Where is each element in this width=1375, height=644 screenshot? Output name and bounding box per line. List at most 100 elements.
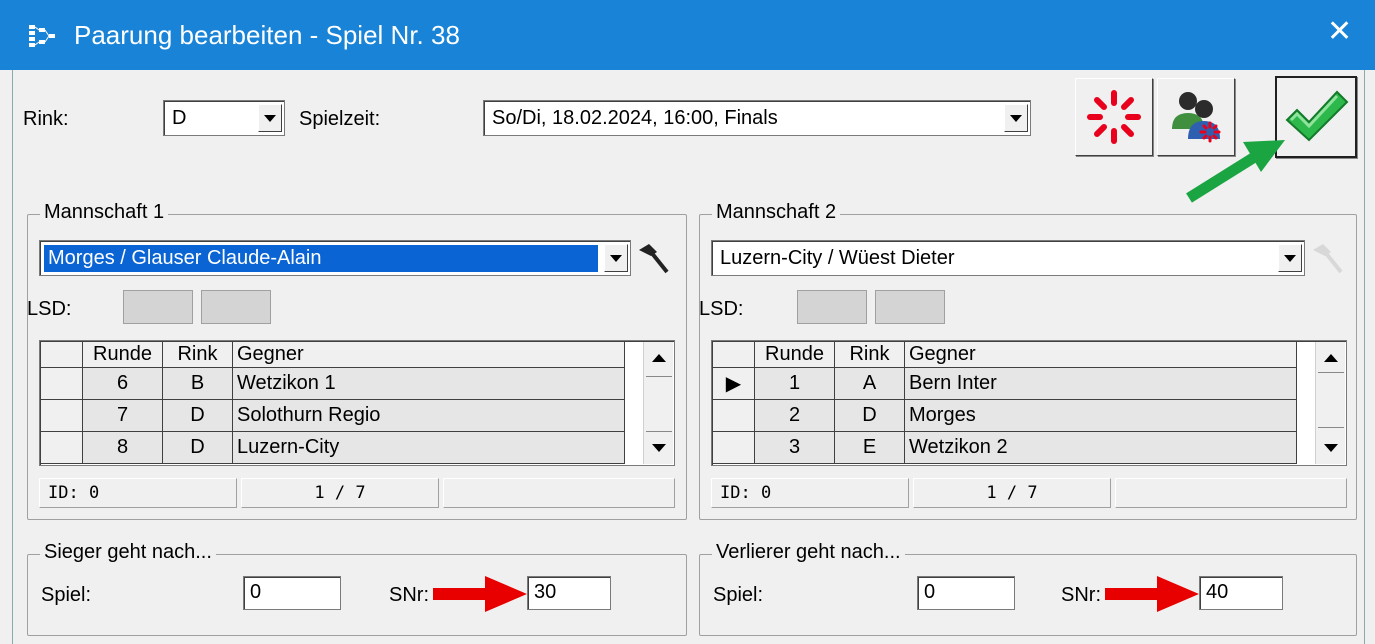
reset-button[interactable] <box>1075 78 1153 156</box>
annotation-arrow-icon <box>1186 140 1285 203</box>
team1-select[interactable]: Morges / Glauser Claude-Alain <box>39 240 631 276</box>
table-row[interactable]: 3 E Wetzikon 2 <box>712 431 1297 464</box>
team1-select-value: Morges / Glauser Claude-Alain <box>44 245 598 272</box>
cell-gegner: Wetzikon 1 <box>232 367 625 400</box>
team1-status-empty <box>443 478 675 508</box>
column-header-gegner[interactable]: Gegner <box>904 341 1297 368</box>
cell-gegner: Luzern-City <box>232 431 625 464</box>
cell-runde: 6 <box>82 367 163 400</box>
spielzeit-select-value: So/Di, 18.02.2024, 16:00, Finals <box>492 107 778 129</box>
team1-lsd-label: LSD: <box>27 298 72 320</box>
rink-label: Rink: <box>23 108 69 130</box>
table-row[interactable]: 6 B Wetzikon 1 <box>40 367 625 400</box>
chevron-down-icon[interactable] <box>1004 104 1028 132</box>
team2-status-id: ID: 0 <box>711 478 909 508</box>
scroll-down-icon[interactable] <box>646 436 672 460</box>
row-indicator <box>40 399 83 432</box>
loser-spiel-label: Spiel: <box>713 584 764 606</box>
team2-statusbar: ID: 0 1 / 7 <box>711 478 1347 508</box>
cell-rink: A <box>834 367 905 400</box>
cell-rink: E <box>834 431 905 464</box>
cell-rink: D <box>834 399 905 432</box>
team2-status-position: 1 / 7 <box>913 478 1111 508</box>
team2-grid-scrollbar[interactable] <box>1315 342 1345 464</box>
spielzeit-label: Spielzeit: <box>299 108 381 130</box>
column-header-runde[interactable]: Runde <box>754 341 835 368</box>
cell-rink: B <box>162 367 233 400</box>
spinner-reset-icon <box>1087 90 1141 144</box>
annotation-arrow-icon <box>433 576 527 612</box>
winner-snr-label: SNr: <box>389 584 429 606</box>
scroll-up-icon[interactable] <box>646 346 672 370</box>
team1-grid-scrollbar[interactable] <box>643 342 673 464</box>
loser-spiel-input[interactable]: 0 <box>917 576 1015 610</box>
team2-select[interactable]: Luzern-City / Wüest Dieter <box>711 240 1305 276</box>
grid-indicator-header <box>712 341 755 368</box>
cell-runde: 3 <box>754 431 835 464</box>
scroll-down-icon[interactable] <box>1318 436 1344 460</box>
table-row[interactable]: 7 D Solothurn Regio <box>40 399 625 432</box>
spielzeit-select[interactable]: So/Di, 18.02.2024, 16:00, Finals <box>483 100 1031 136</box>
cell-gegner: Solothurn Regio <box>232 399 625 432</box>
team2-lsd-field-2 <box>875 290 945 324</box>
column-header-rink[interactable]: Rink <box>834 341 905 368</box>
team1-status-id: ID: 0 <box>39 478 237 508</box>
scroll-thumb[interactable] <box>646 376 672 432</box>
chevron-down-icon[interactable] <box>258 104 282 132</box>
row-indicator-arrow-icon: ▶ <box>712 367 755 400</box>
winner-spiel-label: Spiel: <box>41 584 92 606</box>
team2-status-empty <box>1115 478 1347 508</box>
table-row[interactable]: ▶ 1 A Bern Inter <box>712 367 1297 400</box>
cell-rink: D <box>162 399 233 432</box>
row-indicator <box>712 431 755 464</box>
chevron-down-icon[interactable] <box>1278 244 1302 272</box>
scroll-up-icon[interactable] <box>1318 346 1344 370</box>
team1-lsd-field-2 <box>201 290 271 324</box>
team1-statusbar: ID: 0 1 / 7 <box>39 478 675 508</box>
team1-grid[interactable]: Runde Rink Gegner 6 B Wetzikon 1 7 D Sol… <box>39 340 675 466</box>
row-indicator <box>712 399 755 432</box>
app-icon <box>29 25 55 47</box>
winner-snr-input[interactable]: 30 <box>527 576 611 610</box>
close-button[interactable]: ✕ <box>1327 17 1352 47</box>
cell-gegner: Bern Inter <box>904 367 1297 400</box>
table-row[interactable]: 2 D Morges <box>712 399 1297 432</box>
cell-runde: 7 <box>82 399 163 432</box>
cell-rink: D <box>162 431 233 464</box>
cell-runde: 1 <box>754 367 835 400</box>
hammer-icon <box>1313 244 1343 274</box>
winner-spiel-input[interactable]: 0 <box>243 576 341 610</box>
column-header-runde[interactable]: Runde <box>82 341 163 368</box>
column-header-gegner[interactable]: Gegner <box>232 341 625 368</box>
loser-snr-input[interactable]: 40 <box>1199 576 1283 610</box>
row-indicator <box>40 367 83 400</box>
scroll-thumb[interactable] <box>1318 372 1344 428</box>
grid-indicator-header <box>40 341 83 368</box>
cell-runde: 8 <box>82 431 163 464</box>
cell-runde: 2 <box>754 399 835 432</box>
team2-grid[interactable]: Runde Rink Gegner ▶ 1 A Bern Inter 2 D M… <box>711 340 1347 466</box>
title-bar: Paarung bearbeiten - Spiel Nr. 38 ✕ <box>0 0 1375 70</box>
cell-gegner: Morges <box>904 399 1297 432</box>
window-title: Paarung bearbeiten - Spiel Nr. 38 <box>74 20 460 50</box>
team2-lsd-field-1 <box>797 290 867 324</box>
rink-select[interactable]: D <box>163 100 285 136</box>
team1-legend: Mannschaft 1 <box>40 201 169 224</box>
hammer-icon[interactable] <box>635 242 669 276</box>
loser-snr-label: SNr: <box>1061 584 1101 606</box>
column-header-rink[interactable]: Rink <box>162 341 233 368</box>
team2-lsd-label: LSD: <box>699 298 744 320</box>
cell-gegner: Wetzikon 2 <box>904 431 1297 464</box>
team1-status-position: 1 / 7 <box>241 478 439 508</box>
team2-legend: Mannschaft 2 <box>712 201 841 224</box>
rink-select-value: D <box>172 107 187 129</box>
loser-legend: Verlierer geht nach... <box>712 541 905 564</box>
dialog-body: Rink: D Spielzeit: So/Di, 18.02.2024, 16… <box>12 70 1365 644</box>
table-row[interactable]: 8 D Luzern-City <box>40 431 625 464</box>
chevron-down-icon[interactable] <box>604 244 628 272</box>
row-indicator <box>40 431 83 464</box>
annotation-arrow-icon <box>1105 576 1199 612</box>
team2-select-value: Luzern-City / Wüest Dieter <box>720 247 955 269</box>
winner-legend: Sieger geht nach... <box>40 541 216 564</box>
team1-lsd-field-1 <box>123 290 193 324</box>
